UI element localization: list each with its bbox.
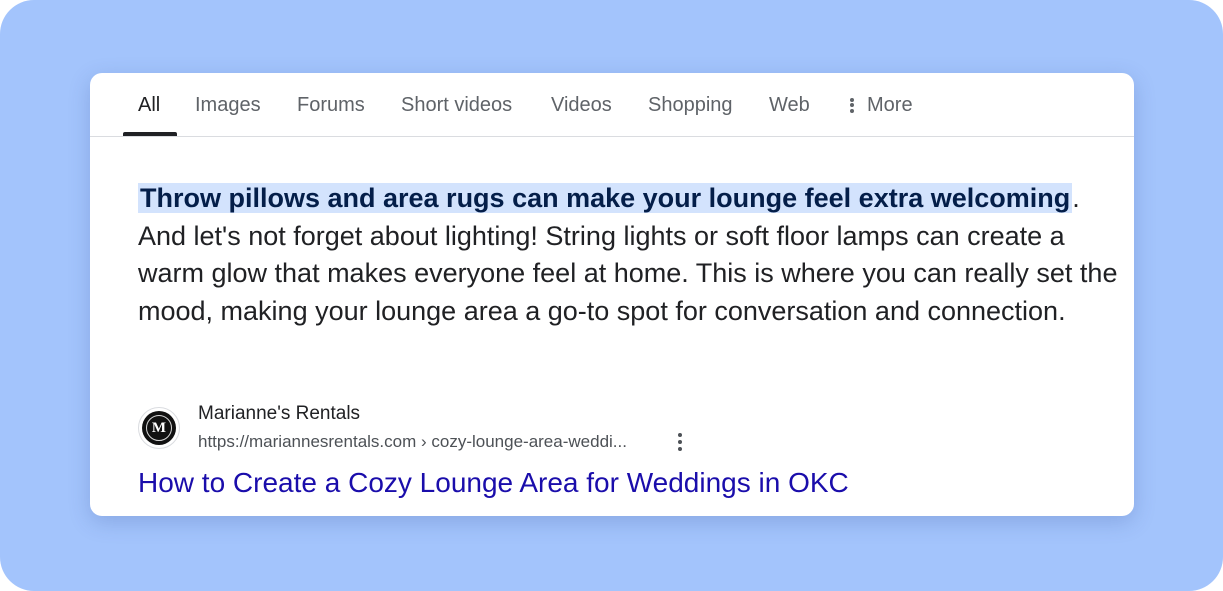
more-vert-icon[interactable] — [670, 432, 690, 452]
tab-shopping[interactable]: Shopping — [648, 92, 733, 118]
tab-short-videos[interactable]: Short videos — [401, 92, 512, 118]
favicon-logo: M — [142, 411, 176, 445]
source-attribution: M Marianne's Rentals https://mariannesre… — [138, 401, 738, 457]
tab-web[interactable]: Web — [769, 92, 810, 118]
featured-snippet: Throw pillows and area rugs can make you… — [138, 180, 1118, 330]
tab-more[interactable]: More — [850, 92, 913, 118]
site-url[interactable]: https://mariannesrentals.com › cozy-loun… — [198, 431, 627, 453]
snippet-highlight: Throw pillows and area rugs can make you… — [138, 183, 1073, 213]
tab-all[interactable]: All — [138, 92, 160, 118]
tab-images[interactable]: Images — [195, 92, 261, 118]
favicon-letter: M — [146, 415, 172, 441]
tab-forums[interactable]: Forums — [297, 92, 365, 118]
tab-videos[interactable]: Videos — [551, 92, 612, 118]
active-tab-indicator — [123, 132, 177, 136]
tab-more-label: More — [867, 93, 913, 116]
search-result-card: All Images Forums Short videos Videos Sh… — [90, 73, 1134, 516]
site-name[interactable]: Marianne's Rentals — [198, 401, 360, 426]
site-favicon[interactable]: M — [138, 407, 180, 449]
more-vert-icon — [850, 97, 854, 113]
search-tabs: All Images Forums Short videos Videos Sh… — [90, 73, 1134, 137]
result-title-link[interactable]: How to Create a Cozy Lounge Area for Wed… — [138, 465, 849, 501]
